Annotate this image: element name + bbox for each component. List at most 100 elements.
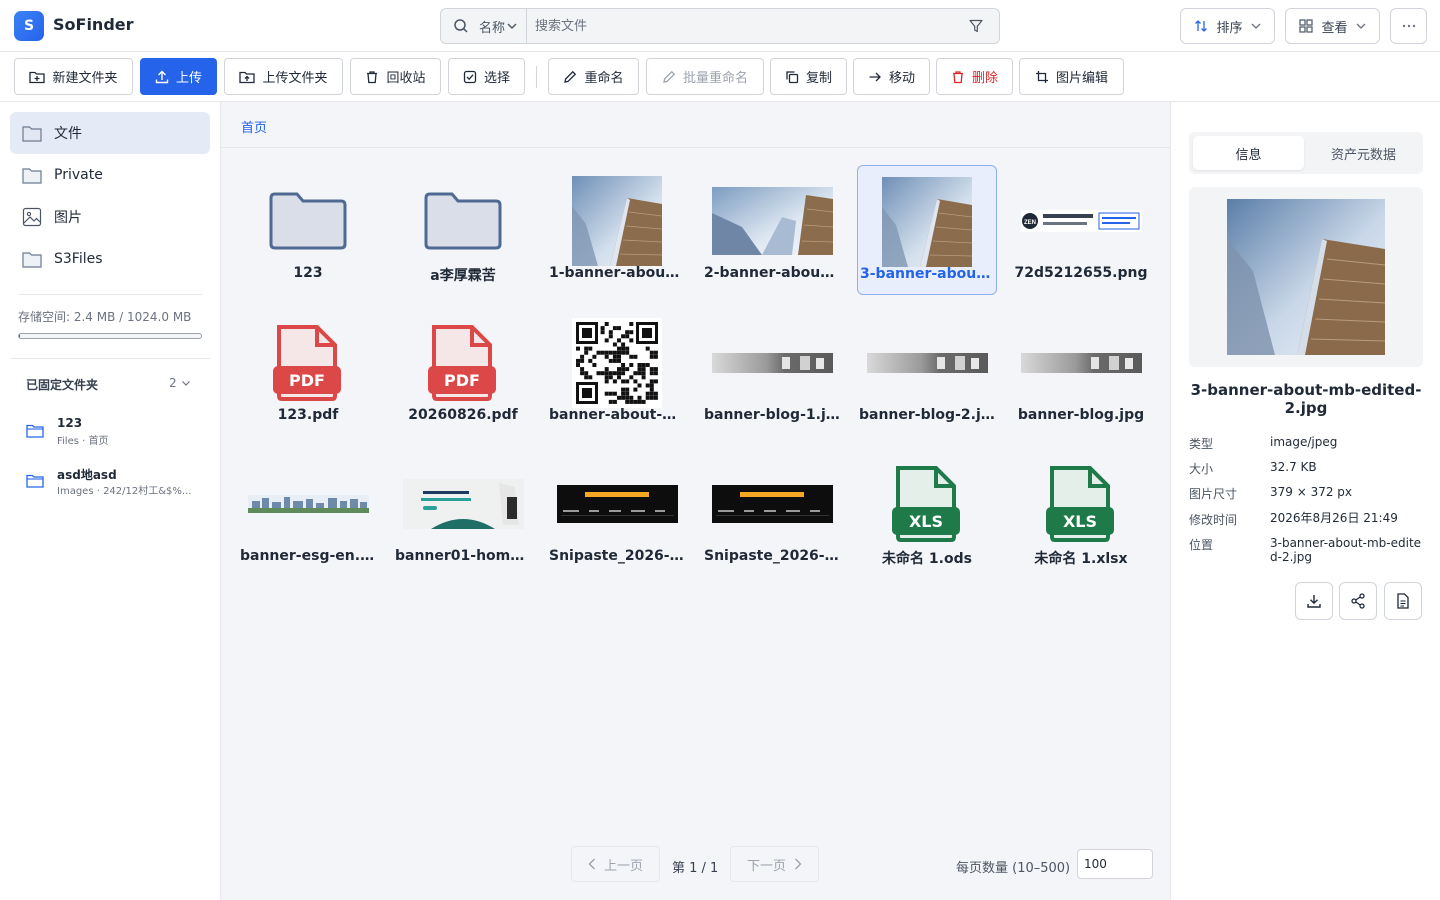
file-tile[interactable]: XLS 未命名 1.xlsx [1011,448,1151,578]
pencil-icon [563,70,577,84]
delete-label: 删除 [971,71,998,86]
pencil-icon [662,70,676,84]
file-tile[interactable]: banner-blog-2.jpg [857,307,997,437]
details-file-name: 3-banner-about-mb-edited-2.jpg [1190,381,1422,417]
new-folder-button[interactable]: 新建文件夹 [14,58,133,95]
spreadsheet-file-icon: XLS [857,458,997,550]
tab-asset-metadata[interactable]: 资产元数据 [1308,136,1419,170]
search-input[interactable] [535,15,955,37]
pinned-folder-path: Files · 首页 [57,436,109,447]
chevron-down-icon [181,378,191,388]
file-tile[interactable]: PDF 20260826.pdf [393,307,533,437]
file-name: 20260826.pdf [408,407,518,423]
prev-page-button[interactable]: 上一页 [571,846,660,882]
meta-key: 位置 [1189,538,1214,552]
meta-key: 类型 [1189,437,1214,451]
file-tile[interactable]: banner-blog.jpg [1011,307,1151,437]
file-tile[interactable]: banner-blog-1.jpg [702,307,842,437]
file-name: banner01-home.jpg [395,548,533,564]
file-tile[interactable]: banner01-home.jpg [393,448,533,578]
chevron-down-icon [1251,21,1261,31]
pinned-folder-item[interactable]: asd地asd Images · 242/12村工&$%... [26,464,206,498]
file-name: 未命名 1.xlsx [1034,551,1128,567]
recycle-bin-button[interactable]: 回收站 [350,58,441,95]
document-icon [1396,593,1410,609]
upload-icon [155,70,169,84]
select-button[interactable]: 选择 [448,58,525,95]
file-tile[interactable]: banner-esg-en.jpg [238,448,378,578]
search-field-label: 名称 [479,20,506,36]
folder-tile[interactable]: a李厚霖苦 [393,165,533,295]
file-tile[interactable]: XLS 未命名 1.ods [857,448,997,578]
file-tile[interactable]: PDF 123.pdf [238,307,378,437]
upload-button[interactable]: 上传 [140,58,217,95]
more-button[interactable] [1390,8,1427,44]
sidebar: 文件 Private 图片 S3Files 存储空间: 2.4 MB / 102… [0,102,221,900]
move-button[interactable]: 移动 [853,58,930,95]
file-name: 1-banner-about-mb.jpg [549,265,687,281]
image-preview [1189,187,1423,367]
file-name: Snipaste_2026-08-27.png [704,548,842,564]
sidebar-item-private[interactable]: Private [10,154,210,196]
file-tile[interactable]: 1-banner-about-mb.jpg [547,165,687,295]
next-page-button[interactable]: 下一页 [730,846,819,882]
pinned-folder-item[interactable]: 123 Files · 首页 [26,414,206,448]
image-thumbnail [1011,317,1151,409]
search-field-select[interactable]: 名称 [479,9,527,43]
breadcrumb-bar: 首页 [221,102,1170,148]
details-tabs: 信息 资产元数据 [1189,132,1423,174]
copy-button[interactable]: 复制 [770,58,847,95]
sidebar-item-s3files[interactable]: S3Files [10,238,210,280]
sidebar-item-label: 文件 [54,126,82,142]
pinned-folder-path: Images · 242/12村工&$%... [57,486,192,497]
sort-button[interactable]: 排序 [1180,8,1275,44]
meta-key: 大小 [1189,462,1214,476]
image-edit-button[interactable]: 图片编辑 [1019,58,1124,95]
file-browser: 首页 123 a李厚霖苦 1-banner-about-mb.jpg 2-banner… [221,102,1170,900]
file-info-button[interactable] [1384,582,1422,620]
file-tile[interactable]: 3-banner-about-mb-edited-2.jpg [857,165,997,295]
folder-tile[interactable]: 123 [238,165,378,295]
meta-value: 2026年8月26日 21:49 [1270,511,1398,525]
view-button[interactable]: 查看 [1285,8,1380,44]
filter-icon[interactable] [969,19,983,33]
rename-label: 重命名 [584,71,624,86]
chevron-left-icon [588,858,596,870]
pinned-folder-name: 123 [57,416,83,430]
pinned-folder-name: asd地asd [57,468,117,482]
breadcrumb-home[interactable]: 首页 [241,117,267,136]
trash-icon [951,70,965,84]
image-edit-label: 图片编辑 [1055,71,1108,86]
pinned-folders-toggle[interactable]: 2 [169,376,191,390]
batch-rename-button[interactable]: 批量重命名 [646,58,764,95]
file-tile[interactable]: banner-about-qr.png [547,307,687,437]
file-tile[interactable]: 2-banner-about.jpg [702,165,842,295]
share-button[interactable] [1339,582,1377,620]
meta-value: image/jpeg [1270,435,1338,449]
trash-icon [365,70,379,84]
preview-image [1227,199,1385,355]
file-name: 未命名 1.ods [882,551,972,567]
tab-info[interactable]: 信息 [1193,136,1304,170]
pinned-folders-title: 已固定文件夹 [26,378,99,392]
file-tile[interactable]: Snipaste_2026-08-26.png [547,448,687,578]
file-tile[interactable]: Snipaste_2026-08-27.png [702,448,842,578]
file-name: banner-blog-2.jpg [859,407,997,423]
image-thumbnail [702,175,842,267]
rename-button[interactable]: 重命名 [548,58,639,95]
file-name: 72d5212655.png [1014,265,1148,281]
image-thumbnail [702,317,842,409]
page-indicator: 第 1 / 1 [672,861,719,876]
upload-folder-button[interactable]: 上传文件夹 [224,58,343,95]
delete-button[interactable]: 删除 [936,58,1013,95]
svg-text:ZEN: ZEN [1024,220,1036,226]
sidebar-item-files[interactable]: 文件 [10,112,210,154]
spreadsheet-file-icon: XLS [1011,458,1151,550]
download-button[interactable] [1295,582,1333,620]
file-tile[interactable]: ZEN 72d5212655.png [1011,165,1151,295]
folder-icon [22,167,42,184]
toolbar-divider [536,66,537,88]
sidebar-item-images[interactable]: 图片 [10,196,210,238]
app-logo[interactable]: S [14,11,44,41]
per-page-input[interactable] [1077,849,1153,879]
